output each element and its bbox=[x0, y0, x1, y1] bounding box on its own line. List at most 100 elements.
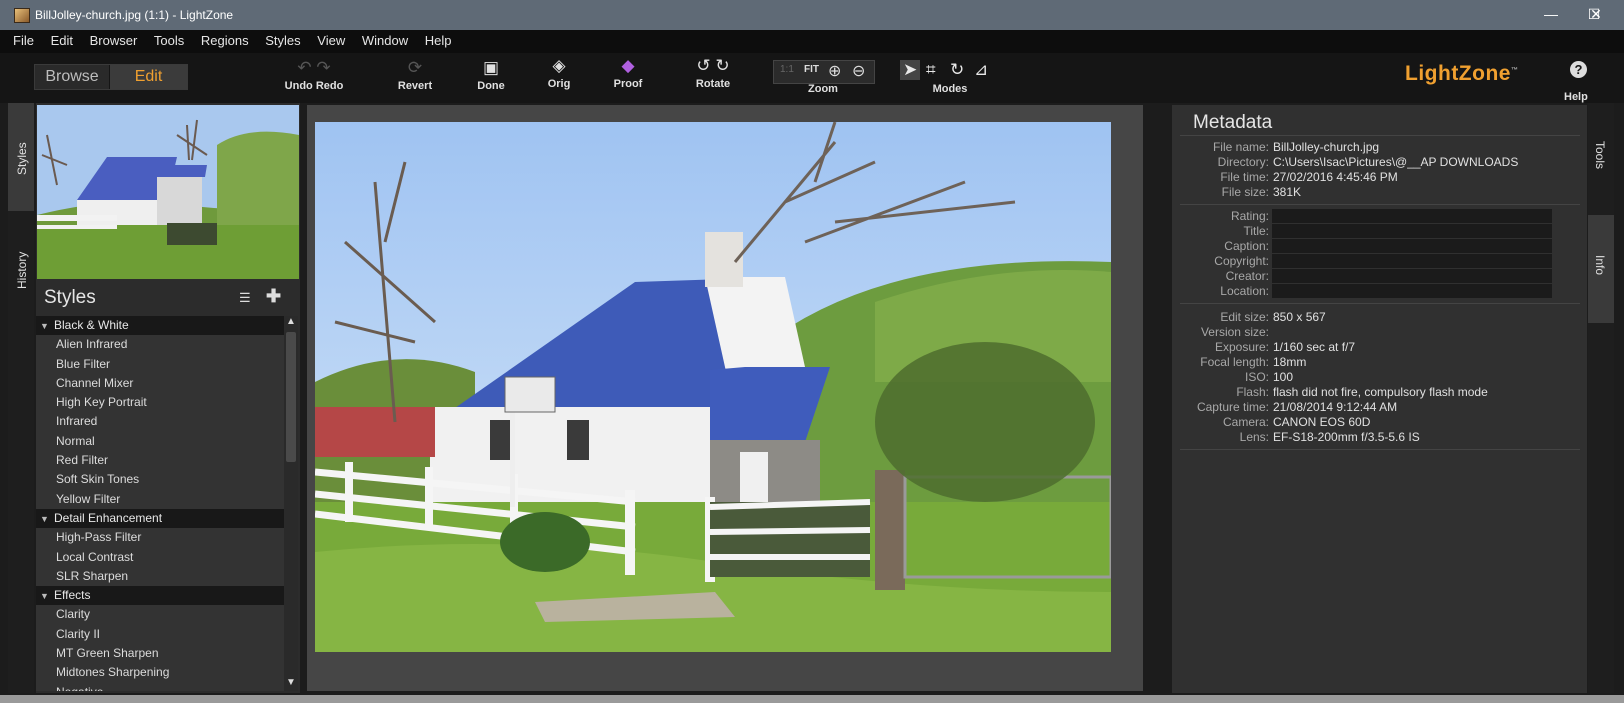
help-icon[interactable]: ? bbox=[1570, 61, 1587, 78]
orig-button[interactable]: ◈ Orig bbox=[539, 54, 579, 90]
metadata-field[interactable] bbox=[1272, 269, 1552, 283]
metadata-row: File time: 27/02/2016 4:45:46 PM bbox=[1172, 170, 1587, 185]
style-item[interactable]: Channel Mixer bbox=[36, 374, 284, 393]
style-item[interactable]: Clarity II bbox=[36, 625, 284, 644]
minimize-button[interactable]: — bbox=[1541, 6, 1561, 22]
menu-view[interactable]: View bbox=[317, 33, 345, 48]
edit-button[interactable]: Edit bbox=[110, 65, 187, 89]
title-bar: BillJolley-church.jpg (1:1) - LightZone … bbox=[0, 0, 1624, 30]
toolbar: Browse Edit ↶ ↷ Undo Redo ⟳ Revert ▣ Don… bbox=[0, 53, 1624, 103]
style-item[interactable]: Clarity bbox=[36, 605, 284, 624]
style-item[interactable]: Normal bbox=[36, 432, 284, 451]
metadata-value: CANON EOS 60D bbox=[1273, 415, 1371, 429]
metadata-field[interactable] bbox=[1272, 209, 1552, 223]
browse-button[interactable]: Browse bbox=[35, 65, 109, 89]
crop-mode-icon[interactable]: ⌗ bbox=[926, 60, 936, 80]
menu-tools[interactable]: Tools bbox=[154, 33, 184, 48]
undo-redo-icon: ↶ ↷ bbox=[297, 58, 331, 77]
style-category[interactable]: ▼ Detail Enhancement bbox=[36, 508, 284, 529]
style-category[interactable]: ▼ Black & White bbox=[36, 316, 284, 336]
metadata-key: Capture time: bbox=[1196, 400, 1269, 414]
menu-help[interactable]: Help bbox=[425, 33, 452, 48]
close-button[interactable]: ✕ bbox=[1586, 6, 1606, 23]
zoom-in-icon[interactable]: ⊕ bbox=[828, 61, 841, 81]
metadata-field[interactable] bbox=[1272, 254, 1552, 268]
metadata-key: File size: bbox=[1221, 185, 1269, 199]
undo-redo-button[interactable]: ↶ ↷ Undo Redo bbox=[282, 56, 346, 92]
arrow-mode-icon[interactable]: ➤ bbox=[900, 60, 921, 80]
region-mode-icon[interactable]: ⊿ bbox=[974, 60, 988, 80]
menu-file[interactable]: File bbox=[13, 33, 34, 48]
expand-triangle-icon[interactable]: ▼ bbox=[40, 510, 54, 529]
rotate-button[interactable]: ↺ ↻ Rotate bbox=[690, 54, 736, 90]
style-item[interactable]: Blue Filter bbox=[36, 355, 284, 374]
lightzone-logo: LightZone™ bbox=[1405, 62, 1518, 86]
metadata-row: Directory: C:\Users\Isac\Pictures\@__AP D… bbox=[1172, 155, 1587, 170]
main-photo[interactable] bbox=[315, 122, 1111, 652]
metadata-key: Copyright: bbox=[1214, 254, 1269, 268]
style-item[interactable]: SLR Sharpen bbox=[36, 567, 284, 586]
rotate-icon: ↺ ↻ bbox=[696, 56, 730, 75]
tab-history-label: History bbox=[15, 251, 29, 289]
scroll-thumb[interactable] bbox=[286, 332, 296, 462]
style-item[interactable]: MT Green Sharpen bbox=[36, 644, 284, 663]
revert-label: Revert bbox=[397, 80, 433, 92]
zoom-label: Zoom bbox=[808, 83, 838, 95]
zoom-1to1-button[interactable]: 1:1 bbox=[780, 64, 794, 75]
logo-tm: ™ bbox=[1510, 67, 1519, 74]
tab-styles[interactable]: Styles bbox=[8, 103, 34, 211]
menu-window[interactable]: Window bbox=[362, 33, 408, 48]
expand-triangle-icon[interactable]: ▼ bbox=[40, 317, 54, 336]
image-thumbnail[interactable] bbox=[37, 105, 299, 279]
metadata-key: Focal length: bbox=[1200, 355, 1269, 369]
style-item[interactable]: Midtones Sharpening bbox=[36, 663, 284, 682]
menu-edit[interactable]: Edit bbox=[51, 33, 73, 48]
left-tab-strip: Styles History bbox=[8, 103, 34, 693]
style-item[interactable]: Soft Skin Tones bbox=[36, 470, 284, 489]
menu-regions[interactable]: Regions bbox=[201, 33, 249, 48]
metadata-key: Lens: bbox=[1239, 430, 1269, 444]
revert-button[interactable]: ⟳ Revert bbox=[395, 56, 435, 92]
metadata-field[interactable] bbox=[1272, 224, 1552, 238]
style-item[interactable]: High Key Portrait bbox=[36, 393, 284, 412]
style-item[interactable]: Yellow Filter bbox=[36, 490, 284, 509]
style-item[interactable]: Negative bbox=[36, 683, 284, 691]
zoom-out-icon[interactable]: ⊖ bbox=[852, 61, 865, 81]
status-bar bbox=[0, 695, 1624, 703]
style-item[interactable]: Alien Infrared bbox=[36, 335, 284, 354]
zoom-fit-button[interactable]: FIT bbox=[804, 64, 819, 75]
style-item[interactable]: High-Pass Filter bbox=[36, 528, 284, 547]
metadata-row: File size: 381K bbox=[1172, 185, 1587, 200]
orig-label: Orig bbox=[547, 78, 571, 90]
add-style-icon[interactable]: ✚ bbox=[266, 286, 281, 307]
styles-list: ▼ Black & White Alien Infrared Blue Filter C… bbox=[36, 316, 284, 691]
style-item[interactable]: Local Contrast bbox=[36, 548, 284, 567]
metadata-field[interactable] bbox=[1272, 284, 1552, 298]
styles-title: Styles bbox=[44, 287, 96, 308]
list-view-icon[interactable]: ☰ bbox=[239, 290, 251, 306]
image-viewport[interactable] bbox=[307, 105, 1143, 691]
style-item[interactable]: Infrared bbox=[36, 412, 284, 431]
menu-styles[interactable]: Styles bbox=[265, 33, 300, 48]
done-button[interactable]: ▣ Done bbox=[471, 56, 511, 92]
metadata-key: Version size: bbox=[1200, 325, 1269, 339]
rotate-mode-icon[interactable]: ↻ bbox=[950, 60, 964, 80]
metadata-key: Location: bbox=[1220, 284, 1269, 298]
separator bbox=[1180, 204, 1580, 205]
zoom-control: 1:1 FIT ⊕ ⊖ bbox=[773, 60, 875, 84]
styles-panel: Styles ☰ ✚ ▼ Black & White Alien Infrared B… bbox=[36, 103, 300, 693]
tab-tools[interactable]: Tools bbox=[1588, 103, 1614, 211]
separator bbox=[1180, 449, 1580, 450]
expand-triangle-icon[interactable]: ▼ bbox=[40, 587, 54, 606]
metadata-field[interactable] bbox=[1272, 239, 1552, 253]
tab-info[interactable]: Info bbox=[1588, 215, 1614, 323]
styles-scrollbar[interactable]: ▲ ▼ bbox=[284, 316, 298, 691]
scroll-up-icon[interactable]: ▲ bbox=[284, 316, 298, 330]
tab-history[interactable]: History bbox=[8, 243, 34, 297]
proof-button[interactable]: ◆ Proof bbox=[608, 54, 648, 90]
menu-browser[interactable]: Browser bbox=[90, 33, 138, 48]
scroll-down-icon[interactable]: ▼ bbox=[284, 677, 298, 691]
style-item[interactable]: Red Filter bbox=[36, 451, 284, 470]
style-category[interactable]: ▼ Effects bbox=[36, 586, 284, 606]
browse-edit-toggle: Browse Edit bbox=[34, 64, 188, 90]
